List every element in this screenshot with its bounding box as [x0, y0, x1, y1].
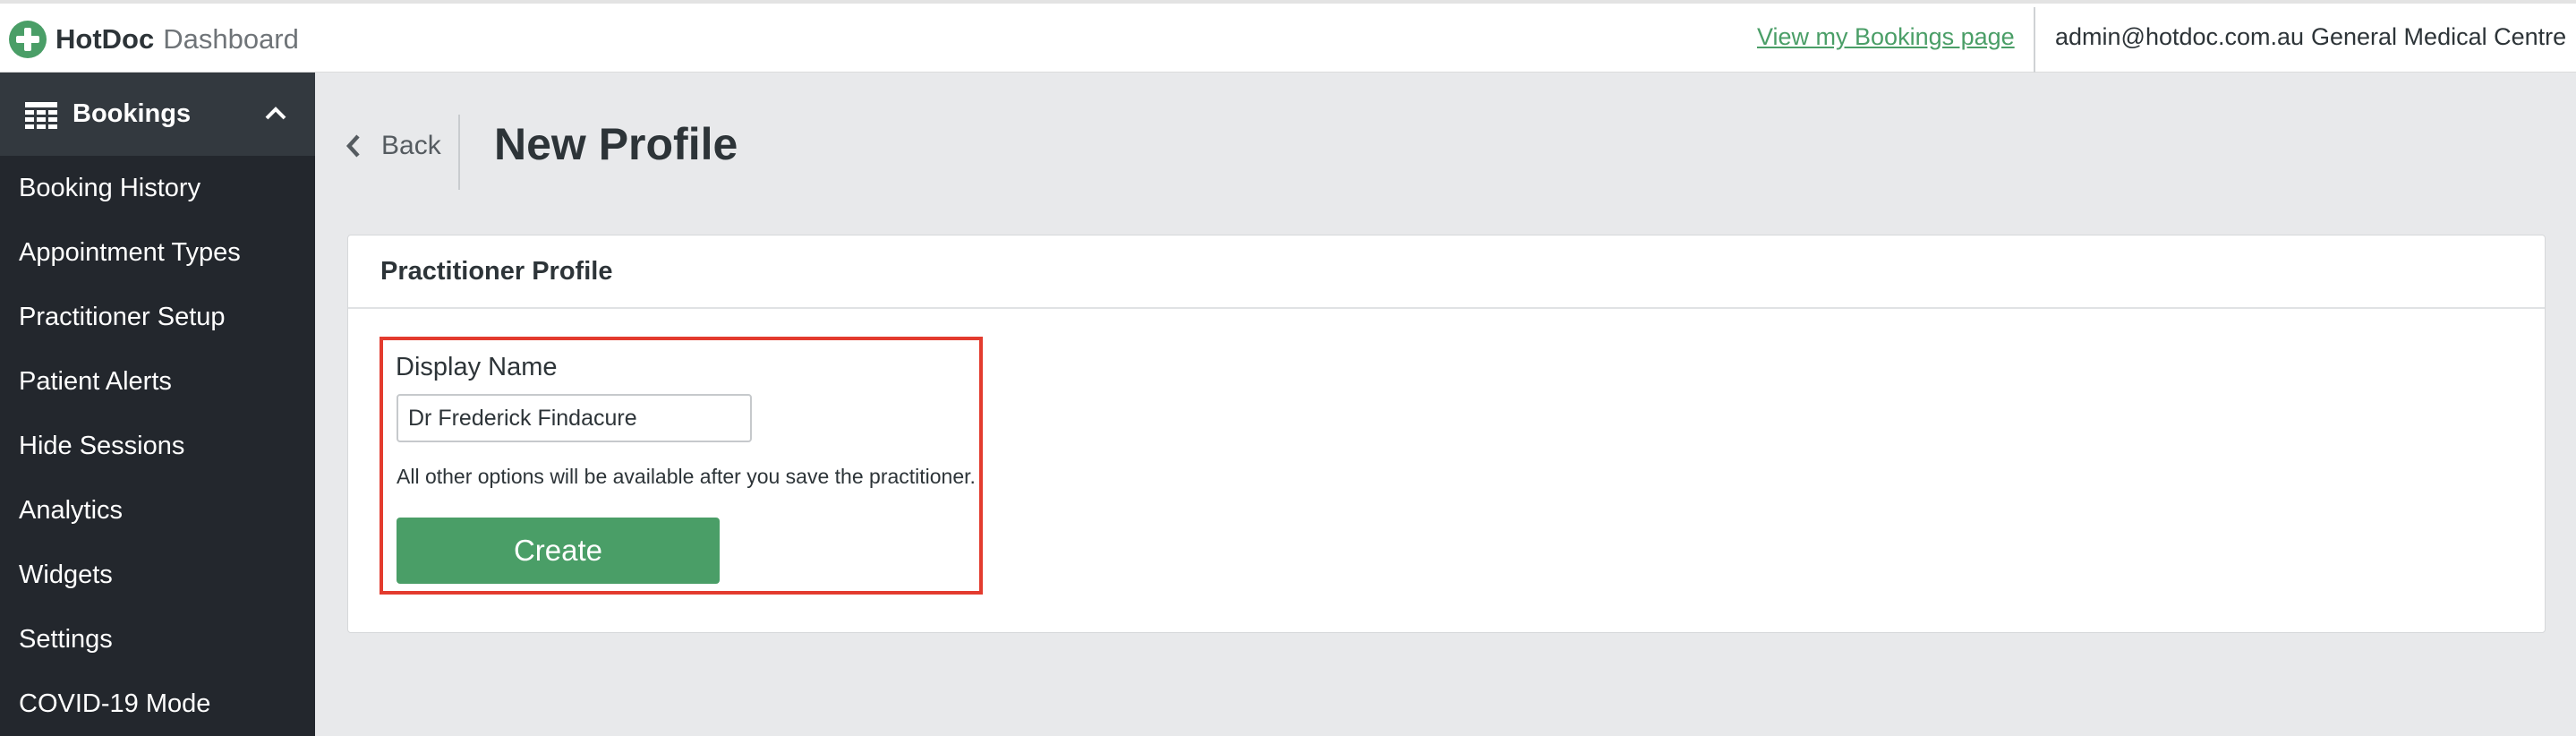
clinic-name[interactable]: General Medical Centre: [2311, 23, 2566, 51]
back-button[interactable]: Back: [345, 131, 441, 161]
hotdoc-logo[interactable]: HotDoc Dashboard: [9, 20, 299, 59]
chevron-left-icon: [345, 134, 360, 158]
display-name-input[interactable]: [397, 394, 752, 442]
top-bar: HotDoc Dashboard View my Bookings page a…: [0, 0, 2576, 73]
display-name-label: Display Name: [396, 353, 558, 381]
user-email[interactable]: admin@hotdoc.com.au: [2055, 23, 2304, 51]
card-header: Practitioner Profile: [348, 235, 2545, 309]
sidebar-section-label: Bookings: [73, 99, 192, 128]
sidebar-item-appointment-types[interactable]: Appointment Types: [0, 220, 315, 285]
sidebar-item-covid-19-mode[interactable]: COVID-19 Mode: [0, 672, 315, 736]
sidebar-section-bookings[interactable]: Bookings: [0, 73, 315, 156]
sidebar-item-booking-history[interactable]: Booking History: [0, 156, 315, 220]
sidebar-item-hide-sessions[interactable]: Hide Sessions: [0, 414, 315, 478]
header-divider: [2034, 7, 2035, 73]
chevron-up-icon: [265, 107, 286, 120]
title-divider: [458, 115, 460, 190]
sidebar-item-settings[interactable]: Settings: [0, 607, 315, 672]
sidebar-item-widgets[interactable]: Widgets: [0, 543, 315, 607]
sidebar-item-analytics[interactable]: Analytics: [0, 478, 315, 543]
logo-brand-text: HotDoc: [55, 23, 155, 55]
table-grid-icon: [25, 102, 57, 129]
sidebar-item-practitioner-setup[interactable]: Practitioner Setup: [0, 285, 315, 349]
back-label: Back: [381, 131, 441, 160]
page-title: New Profile: [494, 119, 738, 169]
card-title: Practitioner Profile: [380, 257, 613, 286]
sidebar-item-patient-alerts[interactable]: Patient Alerts: [0, 349, 315, 414]
view-bookings-link[interactable]: View my Bookings page: [1757, 23, 2015, 51]
logo-product-text: Dashboard: [163, 23, 299, 55]
help-text: All other options will be available afte…: [397, 465, 976, 488]
sidebar: Bookings Booking History Appointment Typ…: [0, 73, 315, 736]
hotdoc-cross-icon: [9, 21, 47, 58]
create-button[interactable]: Create: [397, 518, 720, 584]
